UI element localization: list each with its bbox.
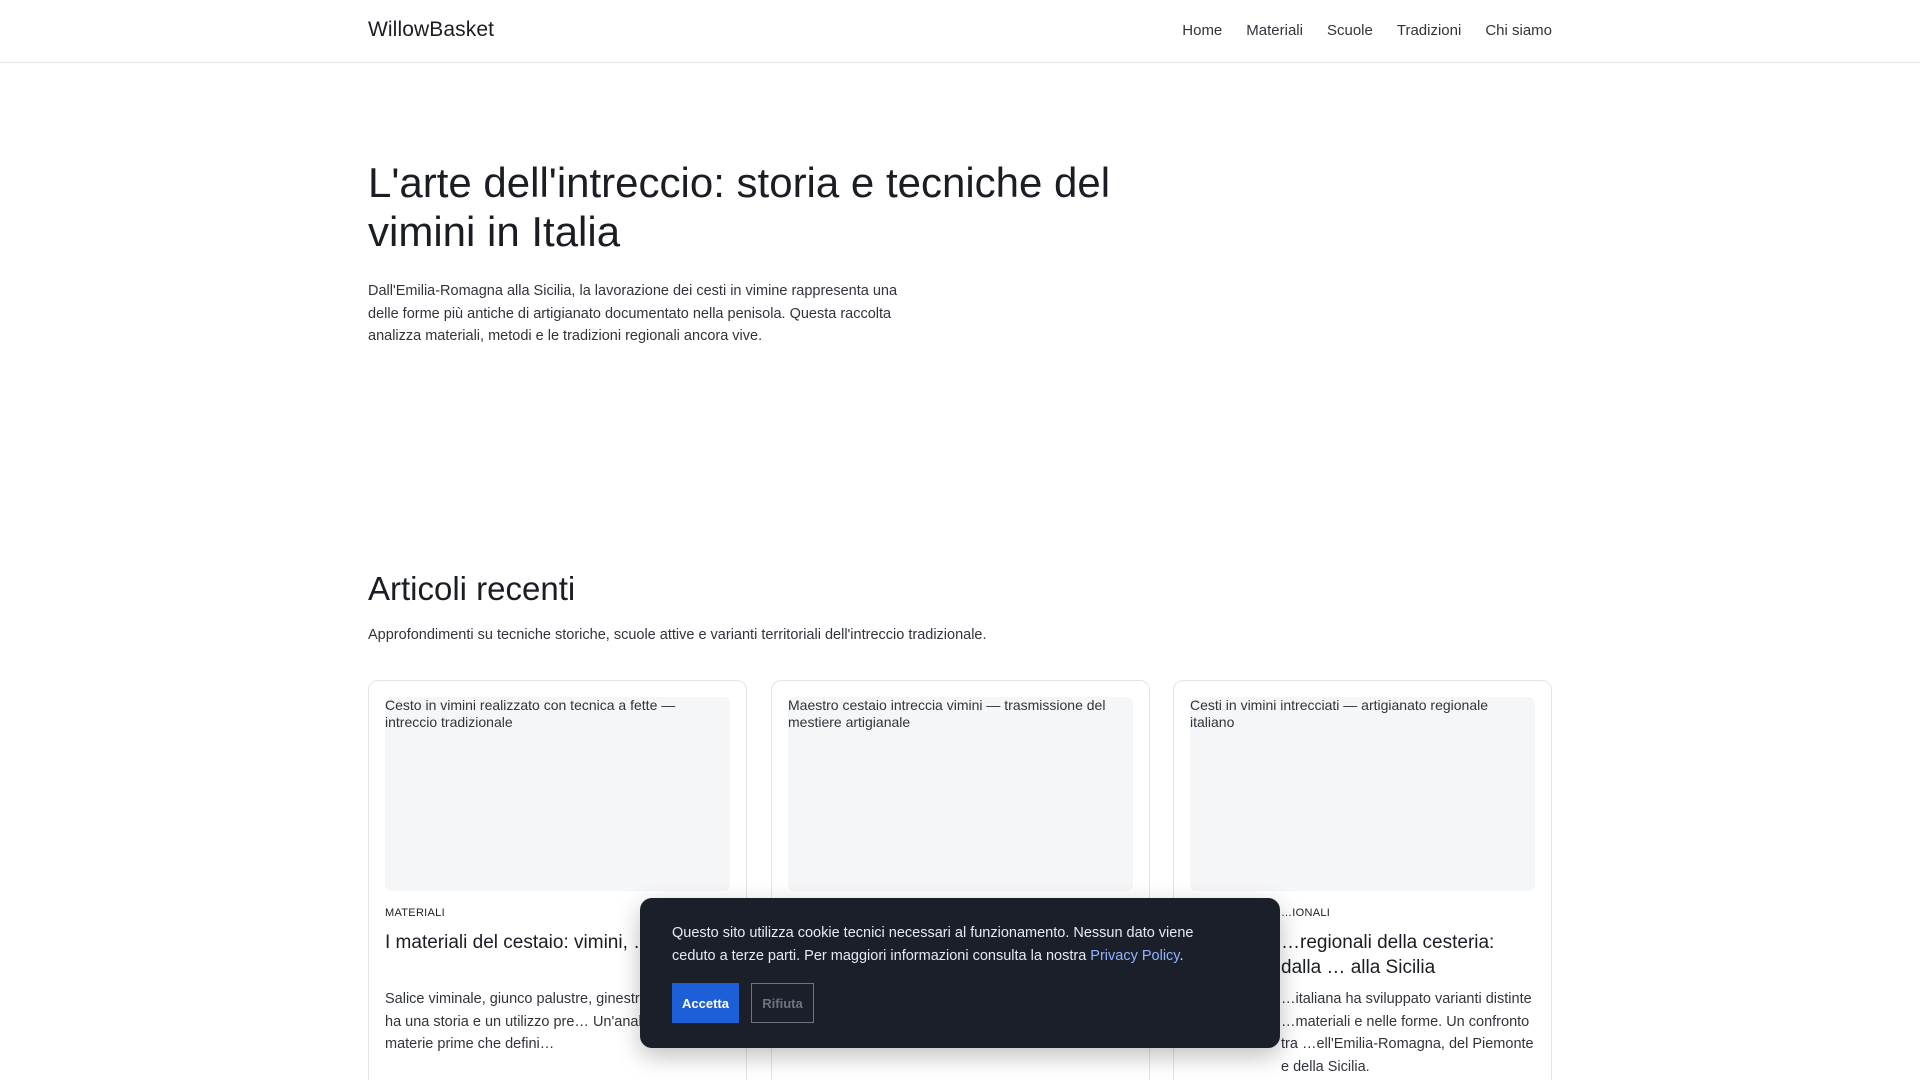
article-category: …ionali xyxy=(1281,907,1331,919)
site-logo[interactable]: WillowBasket xyxy=(368,18,494,42)
reject-cookies-button[interactable]: Rifiuta xyxy=(751,983,814,1023)
site-header: WillowBasket Home Materiali Scuole Tradi… xyxy=(0,0,1920,63)
nav-tradizioni[interactable]: Tradizioni xyxy=(1397,22,1461,39)
nav-materiali[interactable]: Materiali xyxy=(1246,22,1303,39)
privacy-policy-link[interactable]: Privacy Policy xyxy=(1090,948,1179,964)
main-nav: Home Materiali Scuole Tradizioni Chi sia… xyxy=(1182,22,1552,39)
cookie-message: Questo sito utilizza cookie tecnici nece… xyxy=(672,922,1232,968)
nav-home[interactable]: Home xyxy=(1182,22,1222,39)
article-image-alt: Cesti in vimini intrecciati — artigianat… xyxy=(1190,697,1489,730)
nav-chi-siamo[interactable]: Chi siamo xyxy=(1485,22,1552,39)
article-category: Materiali xyxy=(385,907,445,919)
recent-articles-lead: Approfondimenti su tecniche storiche, sc… xyxy=(368,627,987,643)
article-title[interactable]: …regionali della cesteria: dalla … alla … xyxy=(1281,930,1535,980)
article-excerpt: …italiana ha sviluppato varianti distint… xyxy=(1281,991,1534,1075)
accept-cookies-button[interactable]: Accetta xyxy=(672,983,739,1023)
hero-title: L'arte dell'intreccio: storia e tecniche… xyxy=(368,159,1111,255)
article-image[interactable]: Cesto in vimini realizzato con tecnica a… xyxy=(385,697,730,891)
recent-articles-title: Articoli recenti xyxy=(368,570,576,607)
article-image[interactable]: Cesti in vimini intrecciati — artigianat… xyxy=(1190,697,1535,891)
cookie-banner: Questo sito utilizza cookie tecnici nece… xyxy=(640,898,1280,1048)
article-image-alt: Cesto in vimini realizzato con tecnica a… xyxy=(385,697,676,730)
nav-scuole[interactable]: Scuole xyxy=(1327,22,1373,39)
hero-lead: Dall'Emilia-Romagna alla Sicilia, la lav… xyxy=(368,283,898,344)
article-image[interactable]: Maestro cestaio intreccia vimini — trasm… xyxy=(788,697,1133,891)
cookie-message-suffix: . xyxy=(1179,948,1184,964)
article-image-alt: Maestro cestaio intreccia vimini — trasm… xyxy=(788,697,1106,730)
